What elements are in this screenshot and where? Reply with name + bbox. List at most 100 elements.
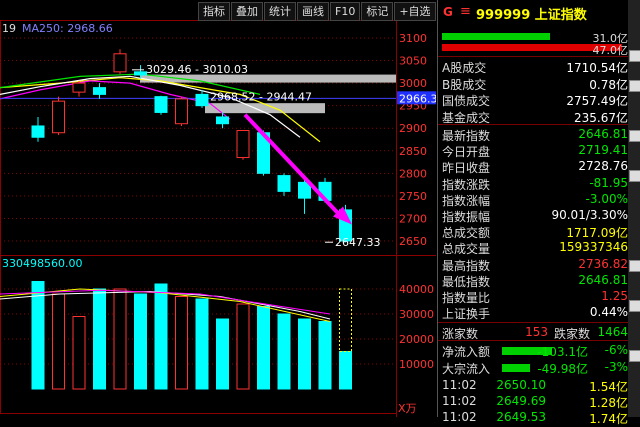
code-marker: G bbox=[443, 5, 453, 19]
toolbar-button-0[interactable]: 指标 bbox=[198, 2, 230, 21]
stat-label: 国债成交 bbox=[442, 94, 491, 108]
side-tab[interactable] bbox=[629, 260, 640, 272]
volume-axis-label: 30000 bbox=[399, 308, 434, 321]
tick-volume: 1.54亿 bbox=[589, 380, 628, 394]
stat-value: -3.00% bbox=[585, 191, 628, 206]
volume-bar bbox=[72, 316, 86, 390]
volume-bar bbox=[113, 288, 127, 390]
volume-bar bbox=[277, 313, 291, 390]
tick-time: 11:02 bbox=[442, 394, 477, 408]
stat-value: 90.01/3.30% bbox=[551, 208, 628, 222]
tick-volume: 1.74亿 bbox=[589, 412, 628, 426]
price-axis-label: 2900 bbox=[399, 122, 427, 135]
gap-lower-label: 2968.52 - 2944.47 bbox=[210, 90, 312, 103]
flow-pct: -6% bbox=[604, 343, 628, 357]
stat-value: 0.78亿 bbox=[589, 77, 628, 92]
side-tab[interactable] bbox=[629, 170, 640, 182]
toolbar-button-3[interactable]: 画线 bbox=[297, 2, 329, 21]
volume-bar bbox=[175, 296, 188, 390]
volume-bar bbox=[339, 351, 352, 390]
stat-value: 235.67亿 bbox=[574, 110, 628, 125]
stat-row: 最新指数 2646.81 bbox=[438, 127, 628, 143]
side-tab[interactable] bbox=[629, 80, 640, 92]
stat-value: 2719.41 bbox=[578, 143, 628, 158]
side-tab[interactable] bbox=[629, 50, 640, 62]
price-axis-label: 2750 bbox=[399, 190, 427, 203]
tick-price: 2649.53 bbox=[496, 410, 546, 424]
stat-label: A股成交 bbox=[442, 61, 487, 75]
tick-row: 11:02 2650.10 1.54亿 bbox=[438, 378, 638, 394]
toolbar-button-5[interactable]: 标记 bbox=[361, 2, 394, 21]
volume-bar bbox=[318, 321, 332, 390]
candle-body bbox=[72, 82, 86, 93]
volume-bar bbox=[154, 283, 168, 390]
separator bbox=[438, 124, 638, 125]
side-tab-strip bbox=[628, 0, 640, 417]
candle-body bbox=[93, 87, 106, 95]
stat-value: 2646.81 bbox=[578, 272, 628, 287]
stat-value: 2646.81 bbox=[578, 127, 628, 141]
stat-row: 指数振幅 90.01/3.30% bbox=[438, 208, 628, 224]
kline-chart-area[interactable]: 3100 3050 3000 2950 2900 2850 2800 2750 2700 2650… bbox=[0, 0, 469, 417]
stat-value: 1710.54亿 bbox=[566, 61, 628, 75]
stat-label: 指数涨跌 bbox=[442, 177, 491, 192]
stat-value: 1717.09亿 bbox=[566, 226, 628, 241]
price-axis-label: 2650 bbox=[399, 235, 427, 248]
side-tab[interactable] bbox=[629, 350, 640, 362]
stat-row: 基金成交 235.67亿 bbox=[438, 109, 628, 125]
volume-axis-label: 10000 bbox=[399, 358, 434, 371]
price-axis-label: 2800 bbox=[399, 167, 427, 180]
toolbar-button-4[interactable]: F10 bbox=[330, 2, 361, 21]
low-price-label: 2647.33 bbox=[335, 236, 381, 249]
side-tab[interactable] bbox=[629, 300, 640, 312]
tick-row: 11:02 2649.69 1.28亿 bbox=[438, 394, 638, 410]
menu-icon[interactable]: ≡ bbox=[460, 4, 471, 19]
stat-row: 总成交额 1717.09亿 bbox=[438, 224, 628, 240]
volume-label: 330498560.00 bbox=[2, 257, 83, 270]
price-axis-label: 3050 bbox=[399, 55, 427, 68]
volume-forecast-bar bbox=[339, 288, 352, 352]
stat-label: 指数振幅 bbox=[442, 210, 491, 224]
stat-row: 总成交量 159337346 bbox=[438, 240, 628, 256]
stat-label: 指数涨幅 bbox=[442, 193, 491, 208]
flow-row: 净流入额 -103.1亿 -6% bbox=[438, 343, 638, 359]
stat-value: 2728.76 bbox=[578, 159, 628, 174]
separator bbox=[438, 322, 638, 323]
flow-bar bbox=[502, 364, 530, 372]
stat-row: 指数涨幅 -3.00% bbox=[438, 192, 628, 208]
stat-row: 最高指数 2736.82 bbox=[438, 257, 628, 273]
stat-label: 上证换手 bbox=[442, 307, 491, 322]
volume-bar bbox=[31, 281, 45, 390]
current-price-label: 2966.3 bbox=[399, 92, 436, 105]
flow-label: 净流入额 bbox=[442, 345, 491, 359]
stat-value: 0.44% bbox=[589, 305, 628, 320]
tick-volume: 1.28亿 bbox=[589, 396, 628, 410]
toolbar-button-6[interactable]: +自选 bbox=[394, 2, 436, 21]
volume-bar bbox=[134, 293, 147, 390]
panel-title: 999999 上证指数 bbox=[476, 8, 587, 23]
tick-row: 11:02 2649.53 1.74亿 bbox=[438, 410, 638, 426]
side-tab[interactable] bbox=[629, 130, 640, 142]
stat-label: B股成交 bbox=[442, 77, 487, 92]
stat-row: 指数涨跌 -81.95 bbox=[438, 176, 628, 192]
candle-body bbox=[31, 125, 45, 138]
candle-body bbox=[154, 96, 168, 113]
stat-value: -81.95 bbox=[589, 175, 628, 190]
volume-bar bbox=[93, 288, 106, 390]
volume-bar bbox=[216, 318, 229, 390]
toolbar-button-2[interactable]: 统计 bbox=[264, 2, 296, 21]
stat-row: 最低指数 2646.81 bbox=[438, 273, 628, 289]
price-axis-label: 3100 bbox=[399, 32, 427, 45]
volume-bar bbox=[257, 306, 270, 390]
stat-value: 1.25 bbox=[601, 289, 628, 303]
separator bbox=[438, 56, 638, 57]
period-label: 19 bbox=[2, 22, 16, 35]
toolbar-button-1[interactable]: 叠加 bbox=[231, 2, 263, 21]
ma-label: MA250: 2968.66 bbox=[22, 22, 113, 35]
kline-chart[interactable]: 3100305030002950290028502800275027002650… bbox=[0, 0, 436, 417]
stat-label: 最新指数 bbox=[442, 129, 491, 143]
volume-axis-label: 40000 bbox=[399, 283, 434, 296]
stat-row: 国债成交 2757.49亿 bbox=[438, 92, 628, 108]
volume-bar bbox=[195, 298, 209, 390]
volume-bar bbox=[236, 303, 250, 390]
